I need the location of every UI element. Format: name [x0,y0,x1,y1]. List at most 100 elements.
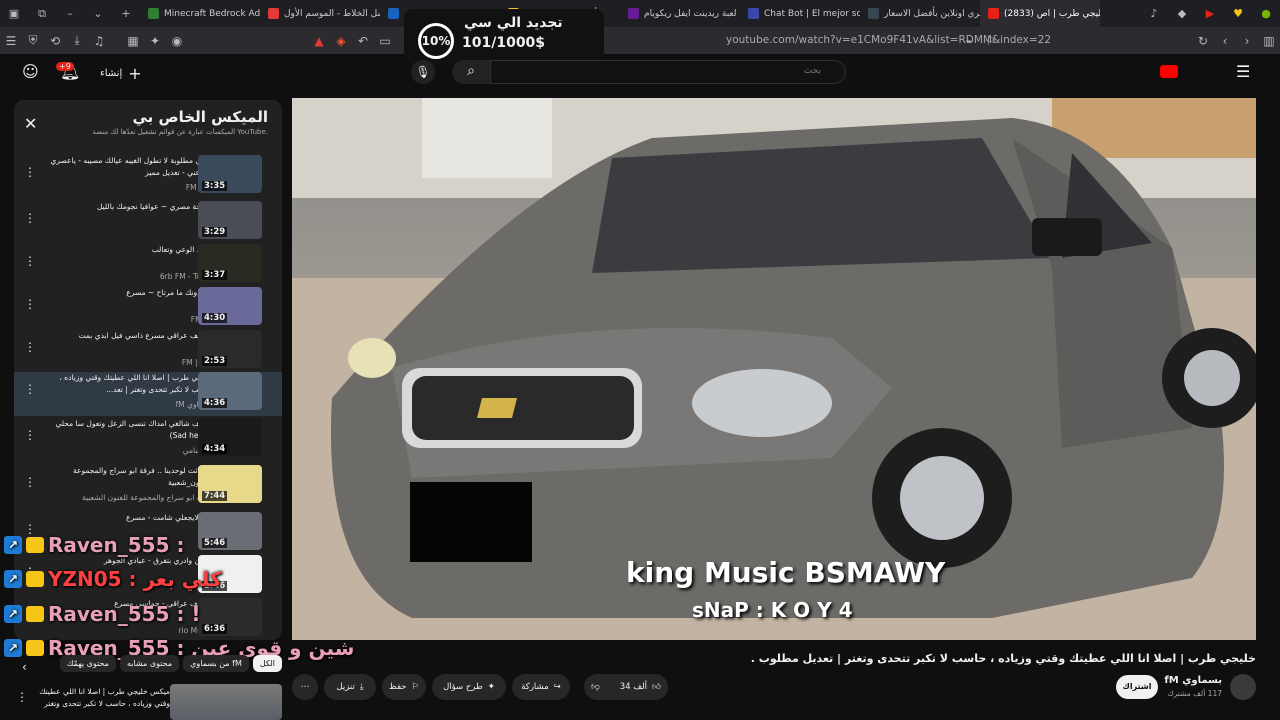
chat-overlay-line: ↗ Raven_555 : ! [4,602,201,626]
playlist-item-title: اغاني مطلوبة لا تطول الغيبه عيالك مصيبه … [50,156,212,177]
more-options-icon[interactable]: ⋮ [24,475,36,489]
sidebar-toggle-icon[interactable]: ▣ [0,7,28,20]
tab-label: (2833) خليجي طرب | اص [1004,8,1100,19]
playlist-item[interactable]: ⋮ يوسف شالغي امداك تنسى الزعل وتعول سا مح… [14,418,282,462]
playlist-subtitle: الميكسات عبارة عن قوائم تشغيل تعدّها لك … [92,128,268,136]
extension-icon-2[interactable]: ● [1252,7,1280,20]
minimize-icon[interactable]: – [56,7,84,20]
browser-tab[interactable]: اشتري اونلاين بأفضل الاسعار [860,0,980,27]
menu-icon[interactable]: ☰ [0,34,22,48]
more-options-icon[interactable]: ⋮ [24,254,36,268]
duration-badge: 6:36 [202,624,228,634]
search-input[interactable]: بحث [490,60,846,84]
screen-icon[interactable]: ▭ [374,34,396,48]
heart-icon[interactable]: ♥ [1224,7,1252,20]
browser-tab[interactable]: Chat Bot | El mejor software [740,0,860,27]
panel-icon[interactable]: ▥ [1258,34,1280,48]
more-options-icon[interactable]: ⋮ [24,165,36,179]
playlist-item[interactable]: ⋮ تعلط الوعي وتعالب 6rb FM - Topic 3:37 [14,244,282,288]
playlist-item[interactable]: ⋮ خليجي طرب | اصلا انا اللي عطيتك وقتي وز… [14,372,282,416]
address-bar[interactable]: youtube.com/watch?v=e1CMo9F41vA&list=RDM… [726,34,1051,46]
extensions-icon[interactable]: ✦ [144,34,166,48]
photo-icon[interactable]: ▦ [122,34,144,48]
filter-chip[interactable]: محتوى مشابه [119,654,180,672]
tab-list-icon[interactable]: ⌄ [84,7,112,20]
account-avatar-icon[interactable]: ☺ [22,62,44,84]
more-options-icon[interactable]: ⋮ [16,690,28,704]
crown-icon [26,537,44,553]
browser-tab[interactable]: Minecraft Bedrock Addons [140,0,260,27]
filter-chip[interactable]: من بسماوي fM [183,654,249,672]
forward-icon[interactable]: › [1236,34,1258,48]
adblock-icon[interactable]: ▲ [308,34,330,48]
youtube-tab-icon[interactable]: ▶ [1196,7,1224,20]
close-icon[interactable]: ✕ [24,114,37,133]
browser-tab[interactable]: مسلسل الخلاط - الموسم الأول [260,0,380,27]
playlist-item[interactable]: ⋮سمحة مصري ~ عوافيا نجومك بالليلpNr3:29 [14,201,282,245]
playlist-item-title: الله لايجعلي شامت - مسرع [126,513,212,522]
crown-icon [26,571,44,587]
more-actions-button[interactable]: ⋯ [292,674,318,700]
playlist-item-title: أنا بدونك ما مرتاح ~ مسرع [126,288,212,297]
like-icon[interactable]: 👍︎ [652,682,661,692]
video-player[interactable]: king Music BSMAWY sNaP : K O Y 4 [292,98,1256,640]
more-options-icon[interactable]: ⋮ [24,297,36,311]
playlist-item[interactable]: ⋮أنا بدونك ما مرتاح ~ مسرعطلاFM4:30 [14,287,282,331]
channel-avatar[interactable] [1230,674,1256,700]
mic-icon[interactable]: 🎙︎ [411,60,435,84]
filter-chip[interactable]: الكل [252,654,282,672]
back-icon[interactable]: ‹ [1214,34,1236,48]
related-title: ميكس خليجي طرب | اصلا انا اللي عطيتك وقت… [39,687,170,708]
playlist-item-thumbnail: 3:35 [198,155,262,193]
playlist-item[interactable]: ⋮ اغاني مطلوبة لا تطول الغيبه عيالك مصيبه… [14,155,282,199]
playlist-item-thumbnail: 4:34 [198,418,262,456]
related-video[interactable]: ⋮ ميكس خليجي طرب | اصلا انا اللي عطيتك و… [14,684,282,720]
chevron-left-icon[interactable]: ‹ [22,660,27,674]
ask-button[interactable]: طرح سؤال ✦ [432,674,506,700]
more-options-icon[interactable]: ⋮ [24,428,36,442]
save-button[interactable]: حفظ ⚐ [382,674,426,700]
back-nav-icon[interactable]: ↶ [352,34,374,48]
search-icon[interactable]: ⌕ [452,60,490,84]
browser-tab[interactable]: لعبة ريدينت ايفل ريكويام [620,0,740,27]
playlist-item[interactable]: ⋮ارشيف عراقي مسرع ذاسي فيل ابدي بمتكاتر … [14,330,282,374]
share-button[interactable]: مشاركة ↪ [512,674,570,700]
channel-name[interactable]: بسماوي fM [1164,675,1222,686]
music-icon[interactable]: ♫ [88,34,110,48]
tab-favicon-icon [988,8,999,19]
filter-chip[interactable]: محتوى يهمّك [59,654,116,672]
playlist-item-thumbnail: 2:53 [198,330,262,368]
playlist-item-title: خليجي طرب | اصلا انا اللي عطيتك وقتي وزي… [59,373,212,394]
more-options-icon[interactable]: ⋮ [24,382,36,396]
download-button[interactable]: تنزيل ⤓ [324,674,376,700]
create-button[interactable]: إنشاء + [100,64,142,83]
downloads-icon[interactable]: ⤓ [66,33,88,48]
vpn-icon[interactable]: ◉ [166,34,188,48]
playlist-item[interactable]: ⋮ انا واثت لوحدينا .. فرقة ابو سراج والمج… [14,465,282,509]
subscribe-button[interactable]: اشتراك [1116,675,1158,699]
brave-icon[interactable]: ◈ [330,34,352,48]
history-icon[interactable]: ⟲ [44,34,66,48]
new-tab-icon[interactable]: + [112,7,140,20]
browser-tab[interactable]: (2833) خليجي طرب | اص [980,0,1100,27]
youtube-logo[interactable] [1160,65,1178,78]
promo-title: تجديد الي سي [464,15,563,31]
hamburger-menu-icon[interactable]: ☰ [1236,62,1250,81]
reload-icon[interactable]: ↻ [1192,34,1214,48]
more-options-icon[interactable]: ⋮ [24,211,36,225]
more-options-icon[interactable]: ⋮ [24,340,36,354]
tiktok-icon[interactable]: ♪ [1140,7,1168,20]
crown-icon [26,606,44,622]
tab-label: مسلسل الخلاط - الموسم الأول [284,8,380,19]
shield-icon[interactable]: ⛨ [22,33,44,48]
chat-overlay-text: Raven_555 : [48,533,185,557]
playlist-item-title: يوسف شالغي امداك تنسى الزعل وتعول سا محل… [55,419,213,440]
dislike-icon[interactable]: 👎︎ [591,682,600,692]
extension-icon[interactable]: ◆ [1168,7,1196,20]
playlist-item-thumbnail: 5:46 [198,512,262,550]
duration-badge: 3:35 [202,181,228,191]
chat-badge-icon: ↗ [4,570,22,588]
playlist-item-title: انا واثت لوحدينا .. فرقة ابو سراج والمجم… [72,466,212,487]
chat-overlay-text: Raven_555 : ! [48,602,201,626]
tab-stack-icon[interactable]: ⧉ [28,7,56,21]
